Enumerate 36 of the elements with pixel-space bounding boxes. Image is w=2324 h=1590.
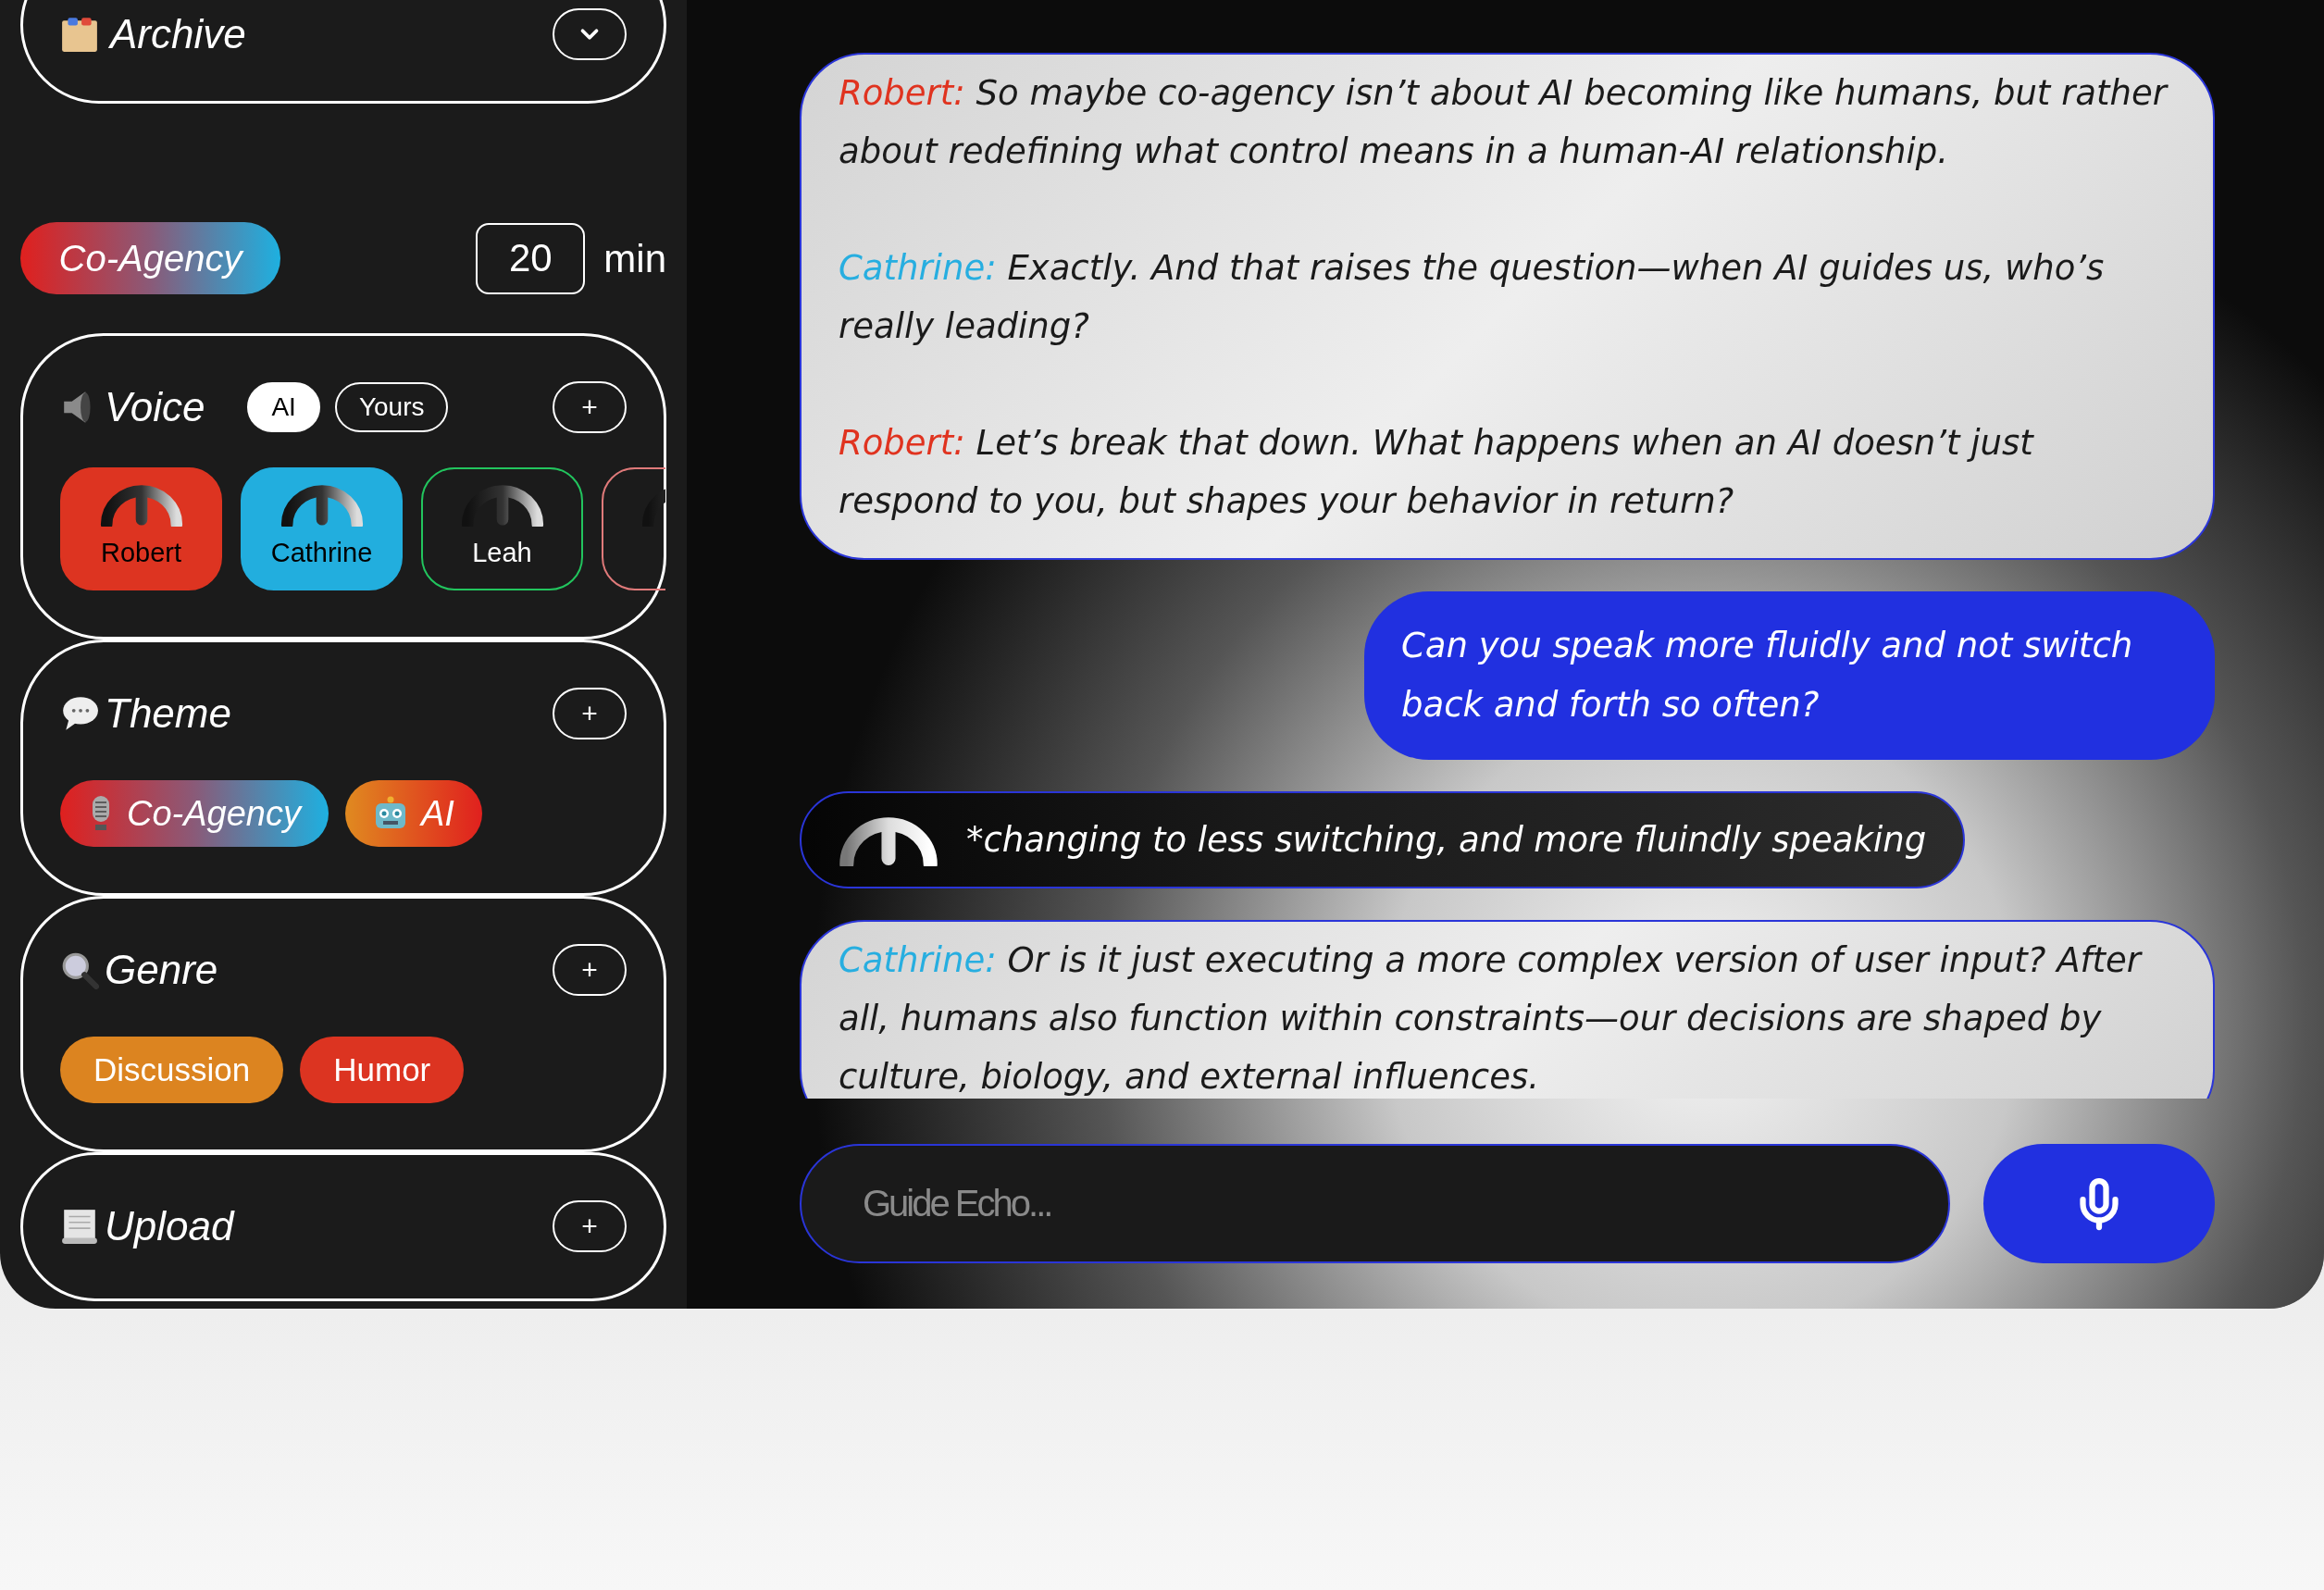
arch-icon	[280, 482, 364, 527]
transcript-paragraph: Robert: Let’s break that down. What happens when an AI doesn’t just respond to you, but shapes your behavior in return?	[839, 422, 2035, 523]
transcript-paragraph: Robert: So maybe co-agency isn’t about AI becoming like humans, but rather about redefining what control means in a human-AI relationship.	[839, 72, 2169, 173]
topic-pill: Co-Agency	[20, 222, 280, 294]
arch-icon	[99, 482, 183, 527]
magnifier-icon	[60, 950, 99, 989]
duration-unit: min	[603, 235, 666, 282]
section-title: Upload	[105, 1206, 234, 1247]
arch-icon	[460, 482, 544, 527]
transcript-paragraph: Cathrine: Exactly. And that raises the question—when AI guides us, who’s really leading?	[839, 247, 2106, 348]
transcript-paragraph: Cathrine: Or is it just executing a more complex version of user input? After all, humans also function within constraints—our decisions are shaped by culture, biology, and external influences.	[839, 939, 2144, 1099]
duration-field[interactable]: 20	[476, 222, 586, 294]
prompt-input[interactable]: Guide Echo...	[800, 1144, 1950, 1263]
add-button[interactable]: +	[553, 944, 627, 996]
voice-toggle[interactable]: AI	[247, 382, 320, 432]
voice-toggle[interactable]: Yours	[334, 382, 449, 432]
section-title: Genre	[105, 950, 218, 990]
theme-tag[interactable]: AI	[345, 780, 482, 847]
add-button[interactable]: +	[553, 688, 627, 739]
speech-bubble-icon	[60, 694, 99, 733]
voice-card[interactable]: Leah	[421, 467, 583, 590]
add-button[interactable]: +	[553, 1200, 627, 1252]
add-button[interactable]: +	[553, 381, 627, 433]
scroll-icon	[60, 1207, 99, 1246]
genre-tag[interactable]: Humor	[300, 1037, 465, 1103]
section-title: Theme	[105, 693, 231, 734]
box-icon	[60, 15, 99, 54]
dropdown-button[interactable]	[553, 8, 627, 60]
archive-title: Archive	[110, 14, 246, 55]
theme-tag[interactable]: Co-Agency	[60, 780, 329, 847]
section-title: Voice	[105, 387, 205, 428]
robot-icon	[373, 796, 408, 831]
status-text: *changing to less switching, and more fluindly speaking	[966, 818, 1927, 862]
voice-card[interactable]: Robert	[60, 467, 222, 590]
voice-card[interactable]: Cathrine	[241, 467, 403, 590]
user-message: Can you speak more fluidly and not switch back and forth so often?	[1364, 591, 2215, 760]
